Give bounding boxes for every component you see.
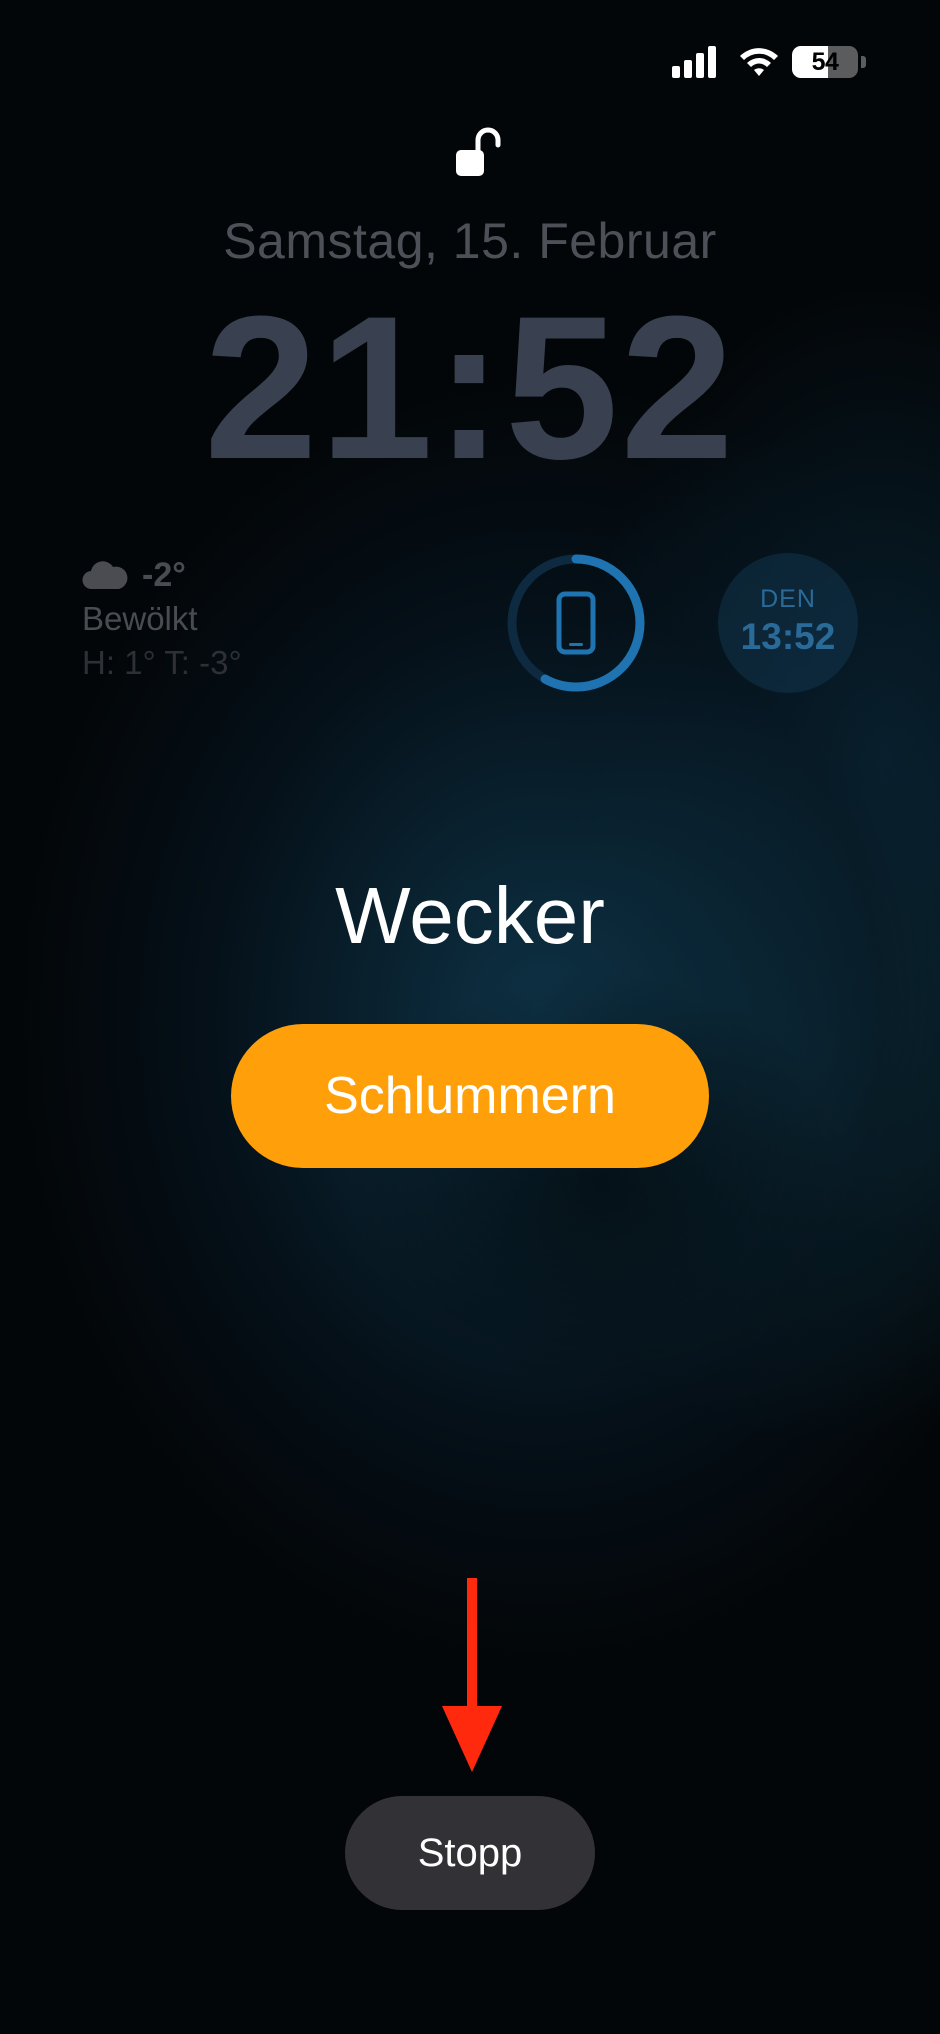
weather-condition: Bewölkt <box>82 600 198 637</box>
red-down-arrow-icon <box>442 1578 502 1772</box>
snooze-button[interactable]: Schlummern <box>231 1024 709 1168</box>
lock-screen-time: 21:52 <box>204 274 736 502</box>
wifi-icon <box>740 48 778 76</box>
cellular-signal-icon <box>672 46 716 78</box>
weather-widget[interactable]: -2° Bewölkt H: 1° T: -3° <box>82 554 342 682</box>
battery-percentage: 54 <box>811 47 839 76</box>
screen-time-widget[interactable] <box>505 552 647 694</box>
world-clock-city: DEN <box>760 585 816 613</box>
screen-time-ring <box>507 554 645 692</box>
unlocked-padlock-icon <box>456 127 501 176</box>
lock-screen-date: Samstag, 15. Februar <box>223 213 717 269</box>
battery-icon: 54 <box>792 46 858 78</box>
alarm-title: Wecker <box>335 871 605 960</box>
stop-button[interactable]: Stopp <box>345 1796 595 1910</box>
weather-temperature: -2° <box>142 555 186 594</box>
cloud-icon <box>82 561 128 590</box>
world-clock-time: 13:52 <box>740 616 836 657</box>
battery-tip <box>861 56 866 68</box>
weather-header: -2° <box>82 554 342 596</box>
weather-high-low: H: 1° T: -3° <box>82 644 242 681</box>
iphone-icon <box>556 591 596 655</box>
world-clock-widget[interactable]: DEN 13:52 <box>718 553 858 693</box>
lock-screen: 54 Samstag, 15. Februar 21:52 -2° Bewölk… <box>0 0 940 2034</box>
status-bar: 54 <box>660 44 880 80</box>
